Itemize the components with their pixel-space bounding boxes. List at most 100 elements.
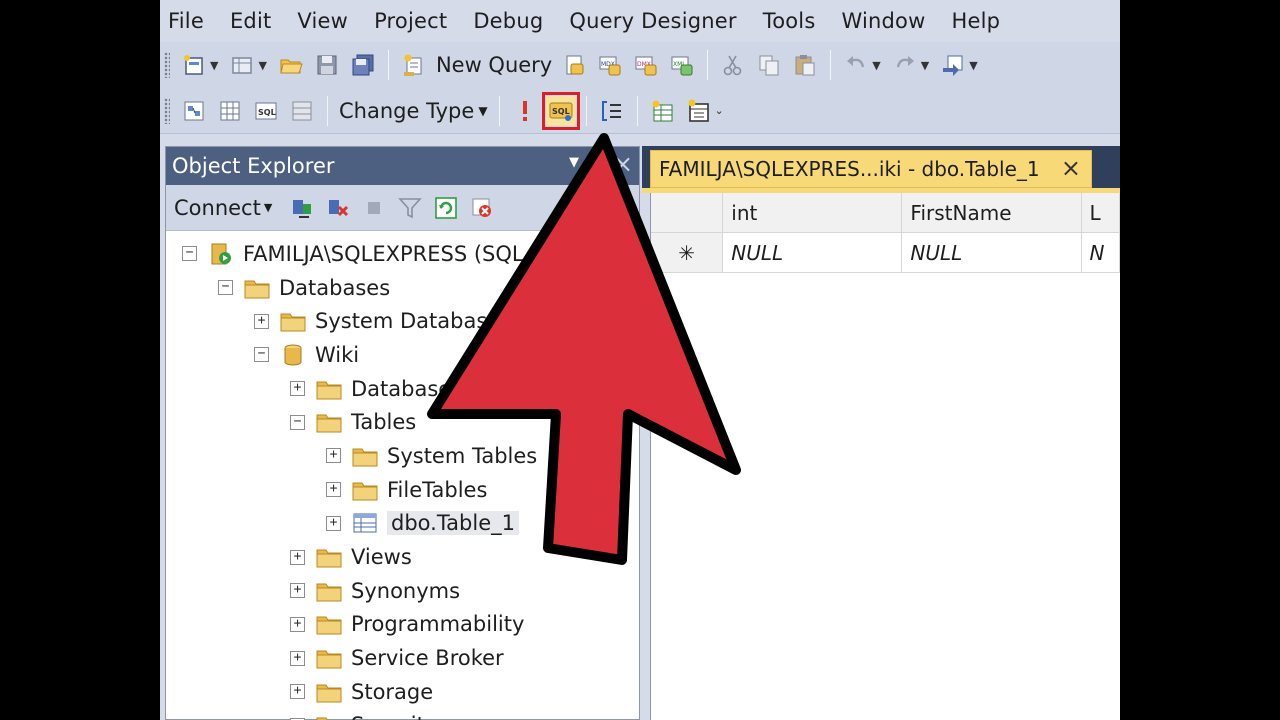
add-item-button[interactable] bbox=[227, 50, 257, 80]
add-table-button[interactable] bbox=[648, 96, 678, 126]
column-header[interactable]: FirstName bbox=[902, 193, 1082, 232]
new-row-marker-icon[interactable]: ✳ bbox=[651, 233, 724, 272]
new-query-icon-button[interactable] bbox=[399, 50, 429, 80]
show-results-pane-button[interactable] bbox=[287, 96, 317, 126]
collapse-icon[interactable]: − bbox=[182, 246, 197, 262]
menu-help[interactable]: Help bbox=[951, 9, 1000, 33]
new-query-button[interactable]: New Query bbox=[436, 53, 552, 77]
tree-node[interactable]: + Programmability bbox=[166, 608, 639, 642]
menu-file[interactable]: File bbox=[168, 9, 204, 33]
copy-button[interactable] bbox=[754, 50, 784, 80]
tree-node[interactable]: + Service Broker bbox=[166, 641, 639, 675]
navigate-button[interactable] bbox=[938, 50, 968, 80]
tree-node[interactable]: + Views bbox=[166, 540, 639, 574]
column-header[interactable]: int bbox=[723, 193, 903, 232]
collapse-icon[interactable]: − bbox=[254, 347, 269, 363]
expand-icon[interactable]: + bbox=[290, 549, 305, 565]
mdx-query-button[interactable]: MDX bbox=[595, 50, 625, 80]
activity-monitor-button[interactable] bbox=[467, 193, 497, 223]
tree-node[interactable]: + Database D bbox=[166, 372, 639, 406]
expand-icon[interactable]: + bbox=[326, 515, 341, 531]
row-selector-header[interactable] bbox=[651, 193, 724, 232]
menu-debug[interactable]: Debug bbox=[473, 9, 543, 33]
expand-icon[interactable]: + bbox=[290, 650, 305, 666]
toolbar-overflow-icon[interactable]: ⌄ bbox=[715, 104, 724, 117]
grid-header-row: int FirstName L bbox=[651, 193, 1120, 233]
save-button[interactable] bbox=[312, 50, 342, 80]
refresh-button[interactable] bbox=[431, 193, 461, 223]
paste-button[interactable] bbox=[790, 50, 820, 80]
show-diagram-pane-button[interactable] bbox=[179, 96, 209, 126]
chevron-down-icon[interactable]: ▼ bbox=[258, 59, 266, 72]
tree-node[interactable]: − Tables bbox=[166, 405, 639, 439]
undo-button[interactable] bbox=[841, 50, 871, 80]
tree-node[interactable]: + Storage bbox=[166, 675, 639, 709]
group-by-button[interactable] bbox=[597, 96, 627, 126]
expand-icon[interactable]: + bbox=[326, 448, 341, 464]
database-engine-query-button[interactable] bbox=[559, 50, 589, 80]
grid-cell[interactable]: N bbox=[1082, 233, 1120, 272]
redo-button[interactable] bbox=[890, 50, 920, 80]
expand-icon[interactable]: + bbox=[290, 381, 305, 397]
refresh-icon bbox=[435, 196, 458, 219]
menu-project[interactable]: Project bbox=[374, 9, 447, 33]
expand-icon[interactable]: + bbox=[326, 482, 341, 498]
tree-node[interactable]: − FAMILJA\SQLEXPRESS (SQL S bbox=[166, 237, 639, 271]
grid-cell[interactable]: NULL bbox=[723, 233, 903, 272]
disconnect-button[interactable] bbox=[323, 193, 353, 223]
toolbar-separator bbox=[585, 95, 587, 126]
toolbar-grip[interactable] bbox=[164, 97, 170, 124]
tree-node[interactable]: + dbo.Table_1 bbox=[166, 507, 639, 541]
menu-query-designer[interactable]: Query Designer bbox=[569, 9, 736, 33]
expand-icon[interactable]: + bbox=[290, 684, 305, 700]
execute-sql-button[interactable] bbox=[510, 96, 540, 126]
expand-icon[interactable]: + bbox=[290, 583, 305, 599]
tree-node[interactable]: + System Tables bbox=[166, 439, 639, 473]
verify-sql-syntax-button[interactable]: SQL bbox=[541, 91, 580, 130]
add-new-derived-table-button[interactable] bbox=[684, 96, 714, 126]
collapse-icon[interactable]: − bbox=[290, 414, 305, 430]
tree-node[interactable]: − Databases bbox=[166, 271, 639, 305]
chevron-down-icon[interactable]: ▼ bbox=[969, 59, 977, 72]
connect-button[interactable]: Connect ▼ bbox=[174, 196, 272, 220]
disconnect-icon bbox=[329, 199, 349, 216]
column-header[interactable]: L bbox=[1082, 193, 1120, 232]
show-criteria-pane-button[interactable] bbox=[215, 96, 245, 126]
document-tab[interactable]: FAMILJA\SQLEXPRES...iki - dbo.Table_1 × bbox=[650, 150, 1092, 188]
collapse-icon[interactable]: − bbox=[218, 280, 233, 296]
expand-icon[interactable]: + bbox=[290, 616, 305, 632]
stop-button[interactable] bbox=[359, 193, 389, 223]
show-sql-pane-button[interactable]: SQL bbox=[251, 96, 281, 126]
tree-node[interactable]: + Synonyms bbox=[166, 574, 639, 608]
chevron-down-icon[interactable]: ▼ bbox=[921, 59, 929, 72]
tree-node[interactable]: + FileTables bbox=[166, 473, 639, 507]
change-type-button[interactable]: Change Type ▼ bbox=[339, 99, 488, 123]
xmla-query-button[interactable]: XML bbox=[667, 50, 697, 80]
connect-object-explorer-button[interactable] bbox=[287, 193, 317, 223]
tree-node[interactable]: +Security bbox=[166, 709, 639, 720]
menu-view[interactable]: View bbox=[297, 9, 348, 33]
save-all-button[interactable] bbox=[348, 50, 378, 80]
dmx-query-button[interactable]: DMX bbox=[631, 50, 661, 80]
chevron-down-icon[interactable]: ▼ bbox=[872, 59, 880, 72]
grid-cell[interactable]: NULL bbox=[902, 233, 1082, 272]
expand-icon[interactable]: + bbox=[254, 313, 269, 329]
chevron-down-icon[interactable]: ▼ bbox=[210, 59, 218, 72]
pin-dropdown-icon[interactable]: ▼ bbox=[569, 155, 579, 170]
menu-window[interactable]: Window bbox=[841, 9, 925, 33]
cut-button[interactable] bbox=[718, 50, 748, 80]
open-file-button[interactable] bbox=[276, 50, 306, 80]
toolbar-grip[interactable] bbox=[164, 52, 170, 78]
tree-node[interactable]: − Wiki bbox=[166, 338, 639, 372]
tree-node-label: Programmability bbox=[351, 612, 525, 637]
menu-bar: File Edit View Project Debug Query Desig… bbox=[160, 0, 1120, 42]
menu-edit[interactable]: Edit bbox=[230, 9, 271, 33]
close-icon[interactable]: × bbox=[613, 150, 633, 178]
menu-tools[interactable]: Tools bbox=[763, 9, 816, 33]
tree-node[interactable]: + System Databases bbox=[166, 304, 639, 338]
new-project-button[interactable] bbox=[179, 50, 209, 80]
grid-new-row: ✳ NULL NULL N bbox=[651, 233, 1120, 273]
filter-button[interactable] bbox=[395, 193, 425, 223]
close-icon[interactable]: × bbox=[1061, 154, 1081, 182]
save-icon bbox=[317, 55, 337, 75]
